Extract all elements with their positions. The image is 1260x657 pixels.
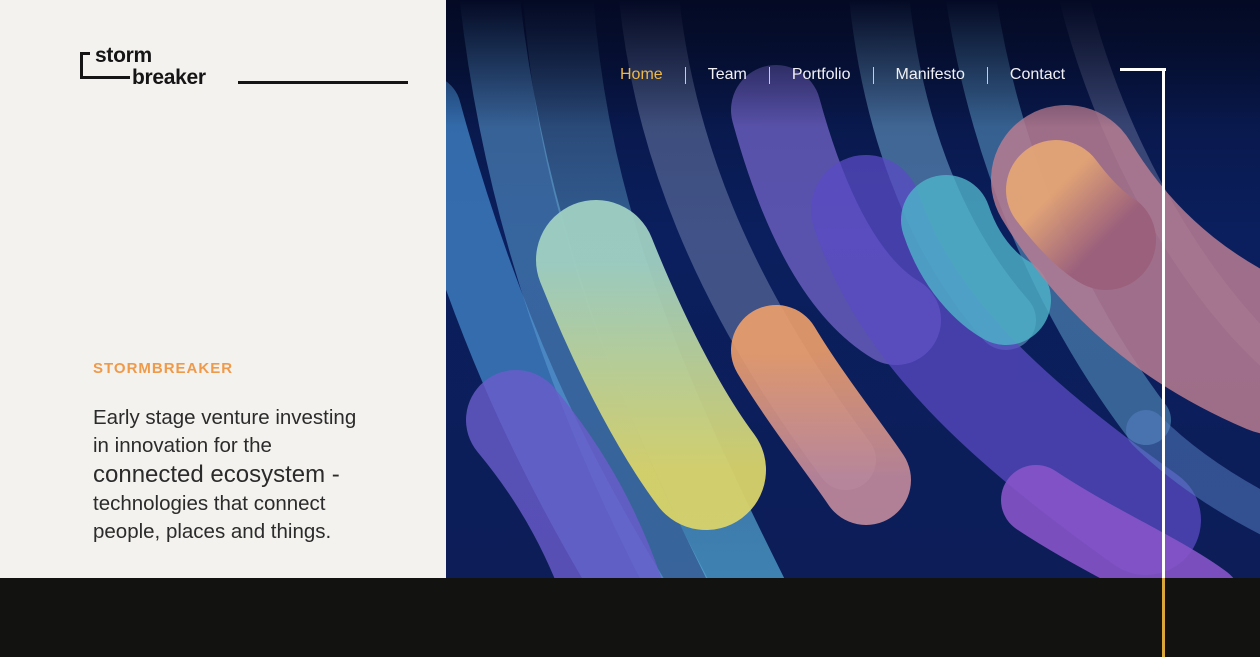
tagline-line: in innovation for the xyxy=(93,434,272,457)
nav-separator xyxy=(684,66,686,84)
logo-word-breaker: breaker xyxy=(132,66,206,89)
tagline-line: people, places and things. xyxy=(93,520,332,543)
nav-item-home[interactable]: Home xyxy=(620,66,663,84)
nav-item-portfolio[interactable]: Portfolio xyxy=(792,66,851,84)
tagline-line: Early stage venture investing xyxy=(93,406,357,429)
hero-artwork xyxy=(446,0,1260,578)
tagline-line-emphasis: connected ecosystem - xyxy=(93,461,340,488)
frame-line-gold xyxy=(1162,578,1165,657)
footer-band xyxy=(0,578,1260,657)
nav-item-manifesto[interactable]: Manifesto xyxy=(896,66,965,84)
nav-item-team[interactable]: Team xyxy=(708,66,747,84)
frame-line-top xyxy=(1120,68,1166,71)
intro-panel: storm breaker STORMBREAKER Early stage v… xyxy=(0,0,446,578)
stormbreaker-logo[interactable]: storm breaker xyxy=(80,44,230,94)
hero-eyebrow: STORMBREAKER xyxy=(93,360,234,377)
frame-line-right xyxy=(1162,68,1165,578)
nav-separator xyxy=(768,66,770,84)
nav-item-contact[interactable]: Contact xyxy=(1010,66,1065,84)
nav-separator xyxy=(872,66,874,84)
abstract-streaks-illustration xyxy=(446,0,1260,578)
nav-separator xyxy=(986,66,988,84)
header-divider xyxy=(238,81,408,84)
logo-bracket-mark xyxy=(80,52,90,79)
logo-bracket-stem xyxy=(80,76,130,79)
logo-word-storm: storm xyxy=(95,44,152,67)
main-nav: Home Team Portfolio Manifesto Contact xyxy=(620,64,1065,86)
tagline-line: technologies that connect xyxy=(93,492,326,515)
hero-tagline: Early stage venture investing in innovat… xyxy=(93,404,413,546)
